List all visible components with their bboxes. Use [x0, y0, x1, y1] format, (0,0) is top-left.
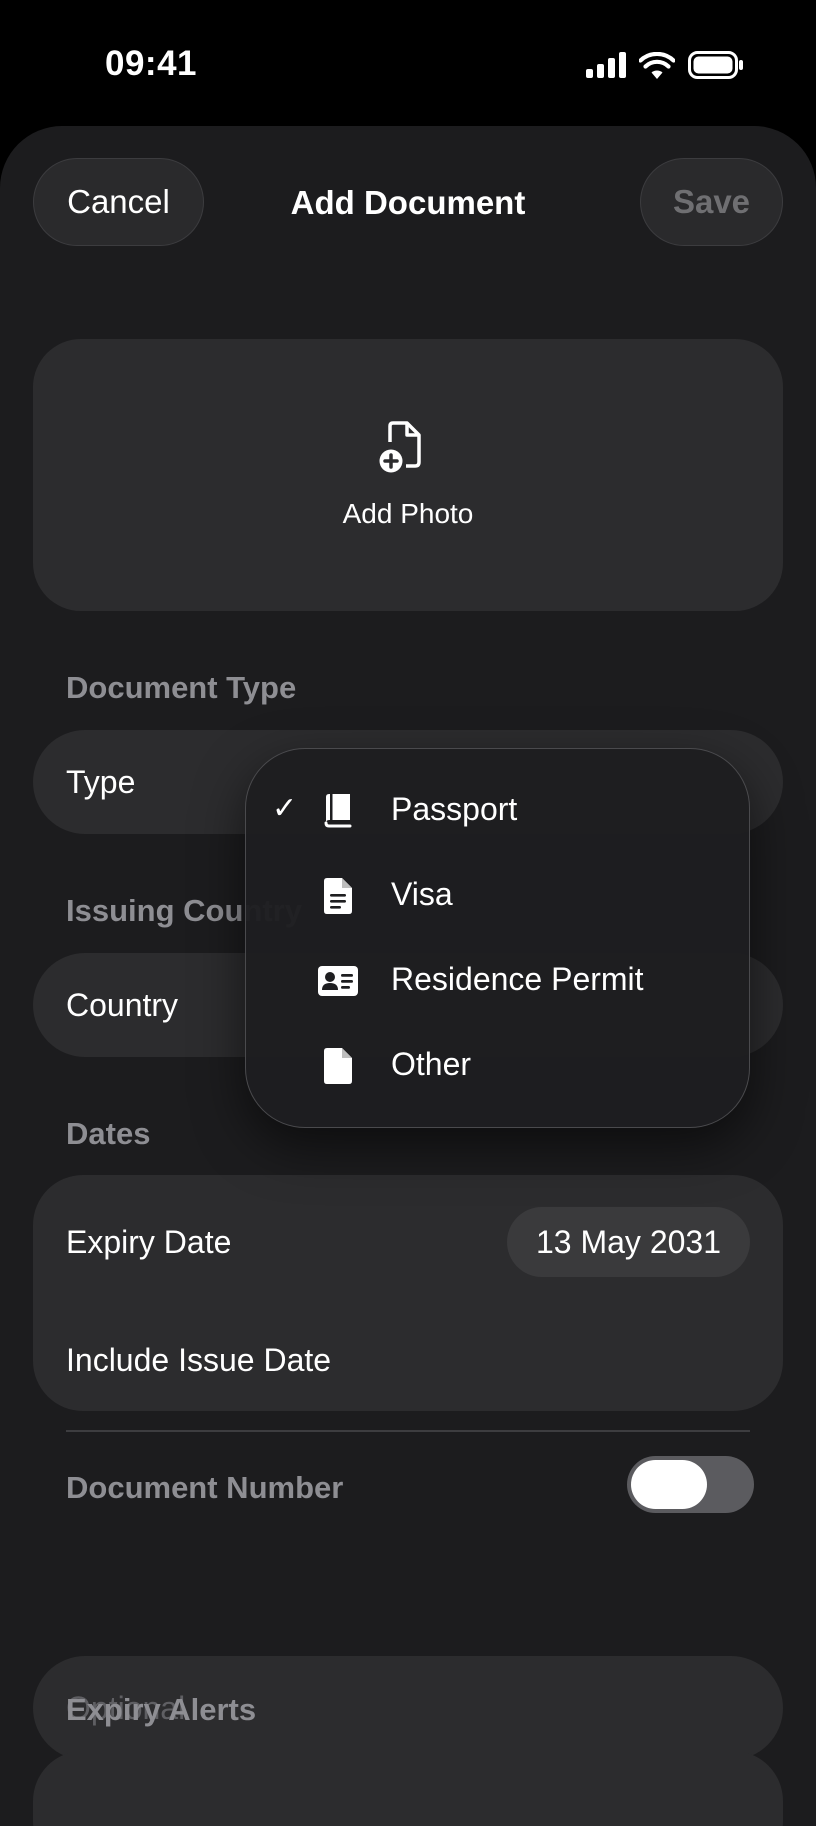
include-issue-date-label: Include Issue Date	[66, 1342, 332, 1378]
doc-text-icon	[318, 876, 358, 916]
type-row-label: Type	[66, 764, 136, 800]
menu-item-other[interactable]: Other	[246, 1024, 749, 1109]
doc-icon	[318, 1046, 358, 1086]
menu-item-passport[interactable]: ✓ Passport	[246, 769, 749, 854]
divider	[66, 1430, 750, 1432]
doc-badge-plus-icon	[379, 421, 421, 473]
expiry-date-label: Expiry Date	[66, 1224, 232, 1260]
section-expiry-alerts: Expiry Alerts	[66, 1692, 257, 1727]
menu-item-label: Other	[391, 1046, 472, 1082]
cellular-signal-icon	[586, 52, 626, 78]
expiry-alerts-card	[33, 1751, 783, 1826]
section-document-type: Document Type	[66, 670, 297, 705]
save-button[interactable]: Save	[640, 158, 783, 246]
add-photo-label: Add Photo	[342, 498, 474, 529]
section-document-number: Document Number	[66, 1470, 344, 1505]
status-icons	[586, 48, 744, 82]
menu-item-visa[interactable]: Visa	[246, 854, 749, 939]
country-row-label: Country	[66, 987, 179, 1023]
include-issue-date-toggle[interactable]	[627, 1456, 754, 1513]
wifi-icon	[639, 51, 675, 79]
id-card-icon	[318, 961, 358, 1001]
type-dropdown-menu: ✓ Passport Visa Residence Permit Other	[245, 748, 750, 1128]
status-bar: 09:41	[0, 0, 816, 130]
menu-item-label: Passport	[391, 791, 518, 827]
expiry-date-picker[interactable]: 13 May 2031	[507, 1207, 750, 1277]
checkmark-icon: ✓	[272, 792, 298, 825]
status-time: 09:41	[105, 44, 198, 83]
battery-icon	[688, 51, 743, 79]
menu-item-residence-permit[interactable]: Residence Permit	[246, 939, 749, 1024]
book-icon	[318, 791, 358, 831]
toggle-knob	[631, 1460, 707, 1509]
menu-item-label: Residence Permit	[391, 961, 644, 997]
section-dates: Dates	[66, 1116, 151, 1151]
menu-item-label: Visa	[391, 876, 453, 912]
